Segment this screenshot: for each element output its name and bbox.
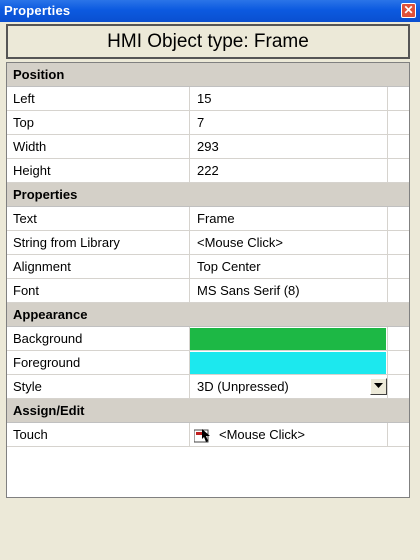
prop-row-style[interactable]: Style 3D (Unpressed) bbox=[7, 375, 409, 399]
prop-name: Text bbox=[13, 211, 37, 226]
divider bbox=[189, 159, 190, 183]
close-button[interactable]: ✕ bbox=[401, 3, 416, 18]
prop-value-height[interactable]: 222 bbox=[197, 163, 219, 178]
close-icon: ✕ bbox=[403, 3, 414, 17]
divider bbox=[189, 231, 190, 255]
divider bbox=[387, 375, 388, 399]
background-color-swatch[interactable] bbox=[190, 328, 386, 350]
chevron-down-icon bbox=[374, 383, 383, 388]
divider bbox=[189, 375, 190, 399]
prop-name: Font bbox=[13, 283, 40, 298]
prop-row-touch[interactable]: Touch <Mouse Click> bbox=[7, 423, 409, 447]
divider bbox=[387, 111, 388, 135]
prop-name: Background bbox=[13, 331, 83, 346]
property-grid: Position Left 15 Top 7 Width 293 Height … bbox=[6, 62, 410, 498]
window-title: Properties bbox=[4, 3, 71, 18]
prop-value-left[interactable]: 15 bbox=[197, 91, 211, 106]
prop-name: Touch bbox=[13, 427, 48, 442]
style-dropdown-button[interactable] bbox=[370, 378, 387, 395]
section-appearance[interactable]: Appearance bbox=[7, 303, 409, 327]
divider bbox=[189, 111, 190, 135]
prop-row-alignment[interactable]: Alignment Top Center bbox=[7, 255, 409, 279]
prop-value-top[interactable]: 7 bbox=[197, 115, 204, 130]
object-type-label: HMI Object type: Frame bbox=[6, 24, 410, 59]
prop-name: Height bbox=[13, 163, 51, 178]
prop-name: Top bbox=[13, 115, 34, 130]
divider bbox=[189, 87, 190, 111]
prop-name: String from Library bbox=[13, 235, 120, 250]
divider bbox=[189, 255, 190, 279]
prop-row-text[interactable]: Text Frame bbox=[7, 207, 409, 231]
prop-value-width[interactable]: 293 bbox=[197, 139, 219, 154]
section-properties[interactable]: Properties bbox=[7, 183, 409, 207]
prop-row-left[interactable]: Left 15 bbox=[7, 87, 409, 111]
section-label: Position bbox=[13, 67, 65, 82]
divider bbox=[387, 327, 388, 351]
prop-row-font[interactable]: Font MS Sans Serif (8) bbox=[7, 279, 409, 303]
prop-row-foreground[interactable]: Foreground bbox=[7, 351, 409, 375]
prop-name: Width bbox=[13, 139, 47, 154]
prop-row-top[interactable]: Top 7 bbox=[7, 111, 409, 135]
divider bbox=[387, 423, 388, 447]
prop-value-text[interactable]: Frame bbox=[197, 211, 235, 226]
prop-row-background[interactable]: Background bbox=[7, 327, 409, 351]
prop-value-alignment[interactable]: Top Center bbox=[197, 259, 261, 274]
divider bbox=[387, 279, 388, 303]
prop-value-string[interactable]: <Mouse Click> bbox=[197, 235, 283, 250]
prop-value-font[interactable]: MS Sans Serif (8) bbox=[197, 283, 300, 298]
divider bbox=[387, 135, 388, 159]
properties-window: Properties ✕ HMI Object type: Frame Posi… bbox=[0, 0, 420, 560]
divider bbox=[387, 207, 388, 231]
mouse-click-icon bbox=[194, 429, 210, 443]
divider bbox=[189, 423, 190, 447]
divider bbox=[387, 351, 388, 375]
prop-row-height[interactable]: Height 222 bbox=[7, 159, 409, 183]
prop-value-touch[interactable]: <Mouse Click> bbox=[219, 427, 305, 442]
divider bbox=[189, 135, 190, 159]
divider bbox=[189, 279, 190, 303]
divider bbox=[387, 231, 388, 255]
divider bbox=[189, 207, 190, 231]
prop-row-string-from-library[interactable]: String from Library <Mouse Click> bbox=[7, 231, 409, 255]
style-select-value[interactable]: 3D (Unpressed) bbox=[197, 379, 289, 394]
section-label: Appearance bbox=[13, 307, 88, 322]
prop-name: Foreground bbox=[13, 355, 81, 370]
section-assign-edit[interactable]: Assign/Edit bbox=[7, 399, 409, 423]
prop-name: Alignment bbox=[13, 259, 71, 274]
title-bar[interactable]: Properties ✕ bbox=[0, 0, 420, 22]
prop-name: Style bbox=[13, 379, 42, 394]
section-label: Assign/Edit bbox=[13, 403, 85, 418]
prop-name: Left bbox=[13, 91, 35, 106]
divider bbox=[387, 159, 388, 183]
section-position[interactable]: Position bbox=[7, 63, 409, 87]
section-label: Properties bbox=[13, 187, 78, 202]
foreground-color-swatch[interactable] bbox=[190, 352, 386, 374]
divider bbox=[387, 87, 388, 111]
prop-row-width[interactable]: Width 293 bbox=[7, 135, 409, 159]
divider bbox=[387, 255, 388, 279]
